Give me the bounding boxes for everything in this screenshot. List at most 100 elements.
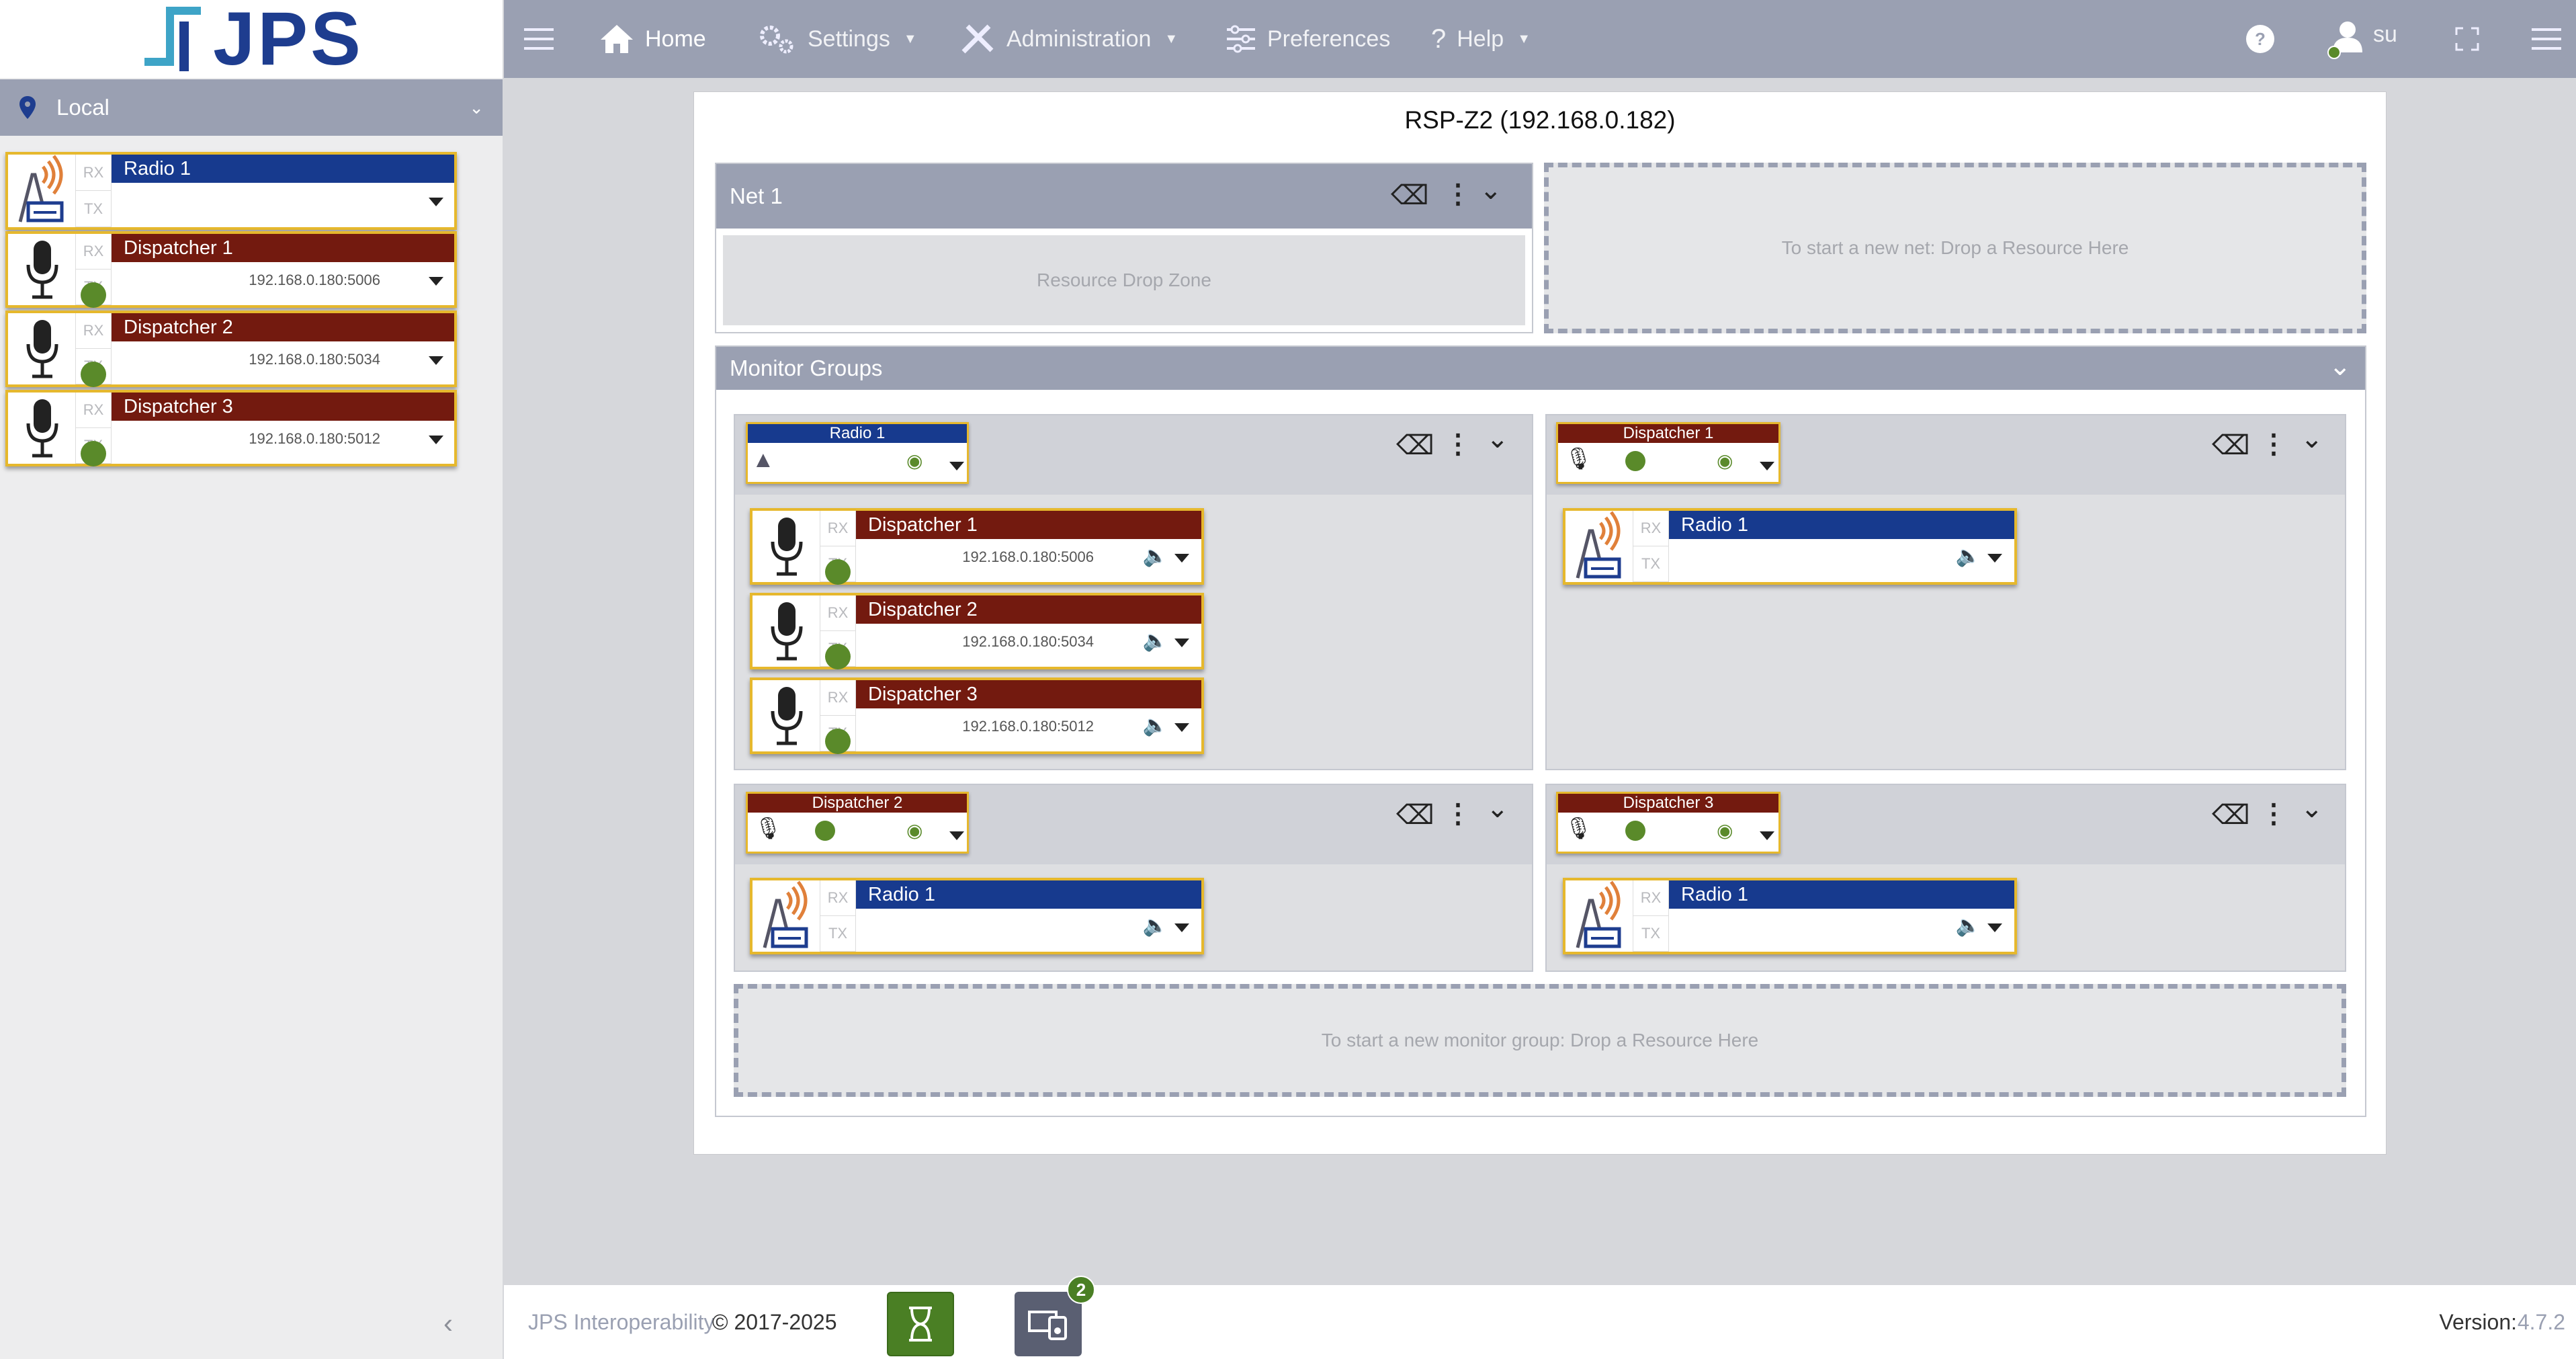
kebab-menu-icon[interactable]: ⋮ bbox=[1445, 798, 1471, 829]
group-owner-dispatcher-1[interactable]: Dispatcher 1 🎙 ◉ bbox=[1556, 422, 1780, 484]
caret-down-icon[interactable] bbox=[1760, 462, 1774, 470]
speaker-icon[interactable]: 🔈 bbox=[1143, 714, 1168, 737]
resource-address: 192.168.0.180:5012 bbox=[249, 430, 380, 447]
hamburger-menu-icon[interactable] bbox=[524, 0, 554, 78]
kebab-menu-icon[interactable]: ⋮ bbox=[2260, 429, 2287, 460]
resource-name: Dispatcher 1 bbox=[112, 234, 454, 262]
member-tile-radio-1[interactable]: RX TX Radio 1 🔈 bbox=[1563, 508, 2017, 585]
speaker-icon[interactable]: 🔈 bbox=[1143, 914, 1168, 938]
status-dot bbox=[1625, 451, 1645, 471]
fullscreen-icon[interactable] bbox=[2455, 0, 2479, 78]
caret-down-icon[interactable] bbox=[429, 436, 443, 444]
audio-devices-button[interactable] bbox=[1015, 1292, 1082, 1356]
kebab-menu-icon[interactable]: ⋮ bbox=[1445, 429, 1471, 460]
eraser-icon[interactable]: ⌫ bbox=[2212, 800, 2250, 831]
location-selector[interactable]: Local ⌄ bbox=[0, 79, 503, 136]
resource-tile-radio-1[interactable]: RX TX Radio 1 bbox=[5, 152, 457, 230]
caret-down-icon: ▼ bbox=[1164, 31, 1178, 46]
gears-icon bbox=[760, 26, 793, 54]
eraser-icon[interactable]: ⌫ bbox=[2212, 430, 2250, 461]
eye-icon[interactable]: ◉ bbox=[1717, 819, 1733, 841]
status-dot bbox=[825, 644, 851, 669]
microphone-icon bbox=[8, 393, 106, 466]
eraser-icon[interactable]: ⌫ bbox=[1396, 800, 1434, 831]
speaker-icon[interactable]: 🔈 bbox=[1143, 544, 1168, 568]
resource-drop-zone[interactable]: Resource Drop Zone bbox=[723, 235, 1525, 325]
group-owner-name: Dispatcher 1 bbox=[1558, 424, 1778, 443]
caret-down-icon[interactable] bbox=[1174, 723, 1189, 732]
net-panel: Net 1 ⌫ ⋮ ⌄ Resource Drop Zone bbox=[715, 163, 1533, 333]
eye-icon[interactable]: ◉ bbox=[1717, 450, 1733, 472]
chevron-down-icon[interactable]: ⌄ bbox=[2301, 423, 2323, 454]
caret-down-icon[interactable] bbox=[1174, 554, 1189, 563]
member-tile-dispatcher-1[interactable]: RXTX Dispatcher 1 192.168.0.180:5006🔈 bbox=[750, 508, 1204, 585]
member-name: Dispatcher 2 bbox=[856, 595, 1201, 624]
member-tile-dispatcher-2[interactable]: RXTX Dispatcher 2 192.168.0.180:5034🔈 bbox=[750, 593, 1204, 669]
nav-help-label: Help bbox=[1457, 26, 1504, 52]
microphone-icon bbox=[8, 234, 106, 308]
new-net-drop-zone[interactable]: To start a new net: Drop a Resource Here bbox=[1544, 163, 2366, 333]
help-circle-icon[interactable]: ? bbox=[2245, 0, 2275, 78]
member-tile-radio-1[interactable]: RX TX Radio 1 🔈 bbox=[750, 878, 1204, 954]
eye-icon[interactable]: ◉ bbox=[906, 819, 922, 841]
rx-indicator: RX bbox=[820, 680, 855, 716]
group-owner-radio-1[interactable]: Radio 1 ▲ ◉ bbox=[746, 422, 969, 484]
chevron-down-icon[interactable]: ⌄ bbox=[1479, 175, 1502, 206]
drop-zone-label: Resource Drop Zone bbox=[1037, 270, 1211, 290]
speaker-icon[interactable]: 🔈 bbox=[1143, 629, 1168, 653]
speaker-icon[interactable]: 🔈 bbox=[1956, 914, 1981, 938]
menu-icon[interactable] bbox=[2532, 0, 2561, 78]
kebab-menu-icon[interactable]: ⋮ bbox=[1445, 179, 1471, 210]
caret-down-icon[interactable] bbox=[1760, 831, 1774, 840]
group-owner-name: Dispatcher 3 bbox=[1558, 794, 1778, 813]
status-dot bbox=[81, 362, 106, 387]
nav-home[interactable]: Home bbox=[599, 0, 706, 78]
member-tile-radio-1[interactable]: RX TX Radio 1 🔈 bbox=[1563, 878, 2017, 954]
page-title: RSP-Z2 (192.168.0.182) bbox=[1404, 106, 1676, 134]
resource-tile-dispatcher-1[interactable]: RXTX Dispatcher 1 192.168.0.180:5006 bbox=[5, 231, 457, 308]
nav-administration[interactable]: Administration ▼ bbox=[961, 0, 1178, 78]
chevron-down-icon[interactable]: ⌄ bbox=[2301, 793, 2323, 824]
caret-down-icon[interactable] bbox=[429, 356, 443, 365]
microphone-icon: 🎙 bbox=[1565, 816, 1592, 840]
user-menu[interactable]: su bbox=[2327, 0, 2397, 78]
member-name: Dispatcher 1 bbox=[856, 511, 1201, 539]
caret-down-icon[interactable] bbox=[429, 277, 443, 286]
new-monitor-group-drop-zone[interactable]: To start a new monitor group: Drop a Res… bbox=[734, 984, 2346, 1097]
eraser-icon[interactable]: ⌫ bbox=[1391, 180, 1429, 211]
timer-button[interactable] bbox=[887, 1292, 954, 1356]
caret-down-icon[interactable] bbox=[1174, 923, 1189, 932]
rx-indicator: RX bbox=[1633, 511, 1668, 546]
caret-down-icon[interactable] bbox=[1987, 554, 2002, 563]
microphone-icon bbox=[8, 313, 106, 387]
caret-down-icon[interactable] bbox=[949, 462, 964, 470]
speaker-icon[interactable]: 🔈 bbox=[1956, 544, 1981, 568]
caret-down-icon[interactable] bbox=[1987, 923, 2002, 932]
collapse-sidebar-icon[interactable]: ‹ bbox=[443, 1307, 453, 1340]
member-tile-dispatcher-3[interactable]: RXTX Dispatcher 3 192.168.0.180:5012🔈 bbox=[750, 677, 1204, 754]
kebab-menu-icon[interactable]: ⋮ bbox=[2260, 798, 2287, 829]
resource-tile-dispatcher-2[interactable]: RXTX Dispatcher 2 192.168.0.180:5034 bbox=[5, 311, 457, 387]
member-address: 192.168.0.180:5034 bbox=[962, 633, 1094, 650]
group-owner-dispatcher-3[interactable]: Dispatcher 3 🎙 ◉ bbox=[1556, 792, 1780, 854]
username-label: su bbox=[2373, 21, 2397, 47]
group-owner-name: Dispatcher 2 bbox=[748, 794, 967, 813]
chevron-down-icon[interactable]: ⌄ bbox=[1486, 423, 1509, 454]
radio-tower-icon bbox=[753, 880, 820, 952]
chevron-down-icon[interactable]: ⌄ bbox=[1486, 793, 1509, 824]
resource-address: 192.168.0.180:5006 bbox=[249, 272, 380, 288]
status-dot bbox=[81, 441, 106, 466]
monitor-groups-title: Monitor Groups bbox=[730, 356, 883, 380]
nav-settings[interactable]: Settings ▼ bbox=[757, 0, 917, 78]
caret-down-icon[interactable] bbox=[1174, 639, 1189, 647]
group-owner-dispatcher-2[interactable]: Dispatcher 2 🎙 ◉ bbox=[746, 792, 969, 854]
caret-down-icon[interactable] bbox=[429, 198, 443, 206]
resource-tile-dispatcher-3[interactable]: RXTX Dispatcher 3 192.168.0.180:5012 bbox=[5, 390, 457, 466]
eraser-icon[interactable]: ⌫ bbox=[1396, 430, 1434, 461]
nav-help[interactable]: ? Help ▼ bbox=[1431, 0, 1531, 78]
nav-preferences[interactable]: Preferences bbox=[1226, 0, 1390, 78]
member-address: 192.168.0.180:5006 bbox=[962, 548, 1094, 565]
chevron-down-icon[interactable]: ⌄ bbox=[2329, 351, 2352, 382]
eye-icon[interactable]: ◉ bbox=[906, 450, 922, 472]
caret-down-icon[interactable] bbox=[949, 831, 964, 840]
